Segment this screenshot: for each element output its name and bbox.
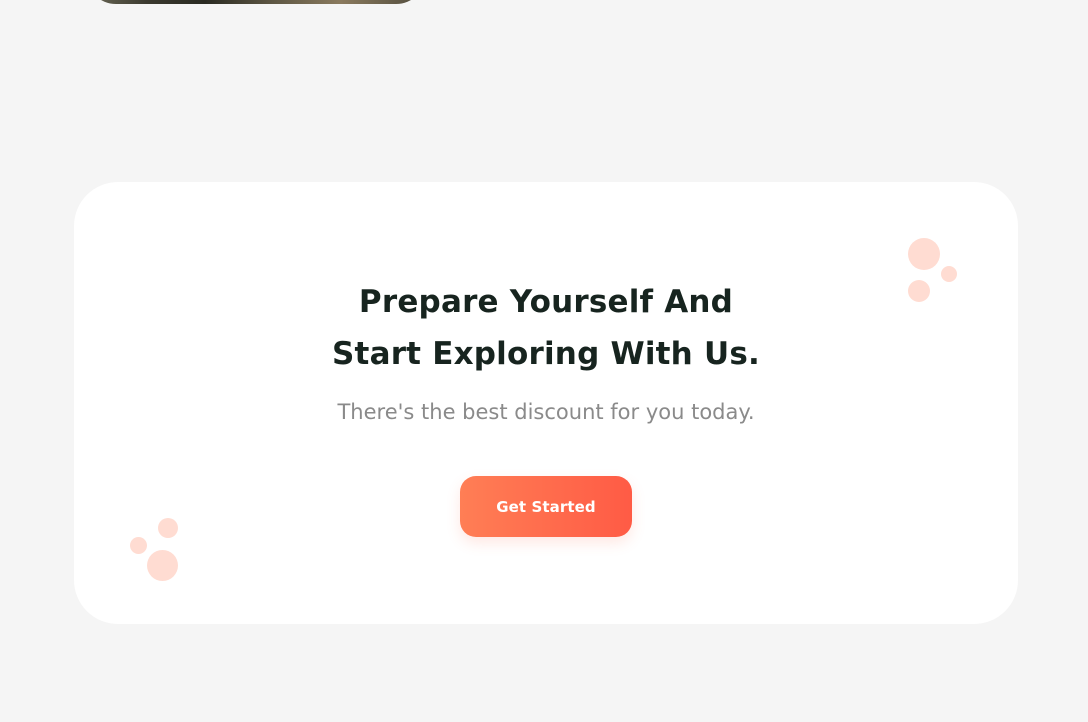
decorative-dot: [147, 550, 178, 581]
page: Prepare Yourself And Start Exploring Wit…: [0, 0, 1088, 722]
cta-title-line-1: Prepare Yourself And: [358, 284, 734, 320]
destination-image: [86, 0, 426, 4]
decorative-dot: [130, 537, 147, 554]
get-started-button[interactable]: Get Started: [460, 476, 632, 537]
cta-card: Prepare Yourself And Start Exploring Wit…: [74, 182, 1018, 624]
cta-title: Prepare Yourself And Start Exploring Wit…: [74, 276, 1018, 380]
cta-title-line-2: Start Exploring With Us.: [332, 336, 760, 372]
cta-subtitle: There's the best discount for you today.: [337, 400, 755, 424]
decorative-dot: [908, 238, 940, 270]
decorative-dot: [158, 518, 178, 538]
